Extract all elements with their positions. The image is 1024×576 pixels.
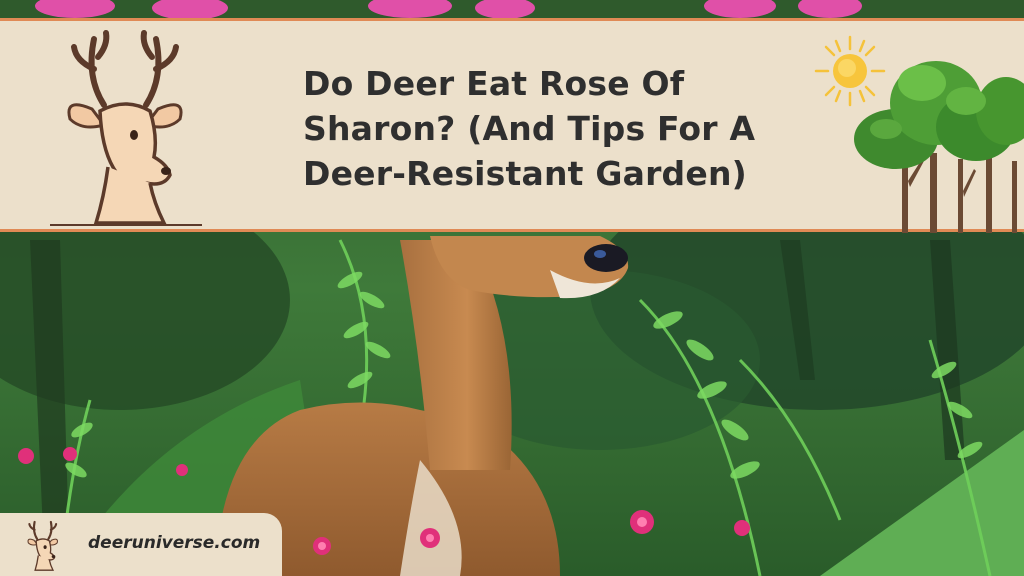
trees-icon [846,41,1024,233]
deer-head-icon [22,518,64,572]
site-badge[interactable]: deeruniverse.com [0,513,282,576]
page-title: Do Deer Eat Rose Of Sharon? (And Tips Fo… [303,64,756,193]
deer-head-icon [46,27,206,227]
site-url-link[interactable]: deeruniverse.com [88,533,260,553]
title-banner: Do Deer Eat Rose Of Sharon? (And Tips Fo… [0,18,1024,233]
